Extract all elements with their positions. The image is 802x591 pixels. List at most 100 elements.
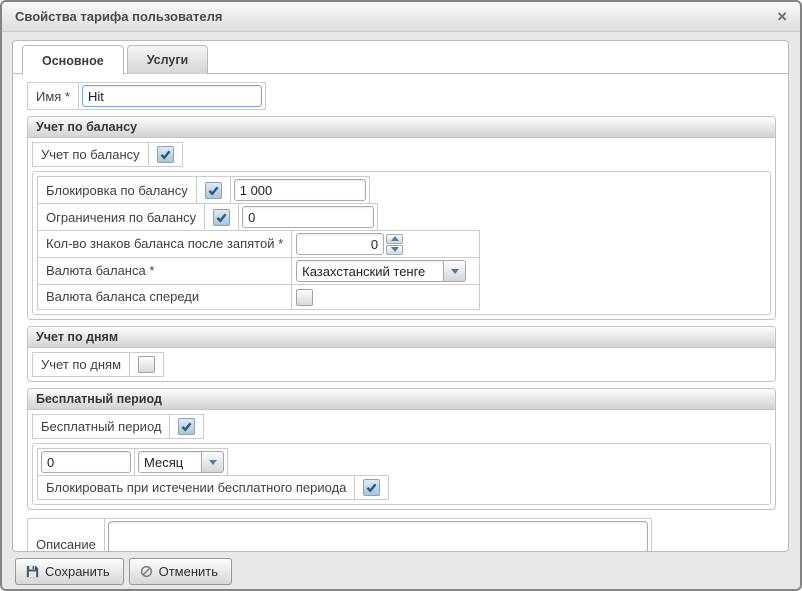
balance-decimals-field-cell xyxy=(292,231,480,258)
daily-enable-label-cell: Учет по дням xyxy=(33,353,129,376)
free-period-block-checkbox[interactable] xyxy=(363,479,380,496)
daily-enable-checkbox[interactable] xyxy=(138,356,155,373)
balance-decimals-label: Кол-во знаков баланса после запятой * xyxy=(46,236,283,251)
free-period-enable-checkbox[interactable] xyxy=(178,418,195,435)
spinner-up-button[interactable] xyxy=(386,234,403,244)
free-period-unit-input[interactable] xyxy=(138,451,202,473)
chevron-down-icon xyxy=(451,269,459,274)
free-period-block-label: Блокировать при истечении бесплатного пе… xyxy=(46,480,346,495)
check-icon xyxy=(180,420,193,433)
tab-main[interactable]: Основное xyxy=(22,45,124,75)
balance-currency-front-row: Валюта баланса спереди xyxy=(38,285,480,310)
name-label-cell: Имя * xyxy=(28,83,78,109)
balance-limit-label-cell: Ограничения по балансу xyxy=(38,204,204,230)
balance-decimals-label-cell: Кол-во знаков баланса после запятой * xyxy=(38,231,292,258)
balance-currency-label-cell: Валюта баланса * xyxy=(38,258,292,285)
balance-block-label-cell: Блокировка по балансу xyxy=(38,177,196,203)
free-period-block-checkbox-cell xyxy=(354,476,388,499)
balance-enable-checkbox-cell xyxy=(148,143,182,166)
tab-panel: Основное Услуги Имя * Учет по балансу xyxy=(12,40,789,552)
balance-block-field-cell xyxy=(230,177,369,203)
check-icon xyxy=(207,184,220,197)
daily-fieldset-title: Учет по дням xyxy=(36,330,118,344)
cancel-button[interactable]: Отменить xyxy=(129,558,232,585)
balance-currency-field-cell xyxy=(292,258,480,285)
balance-block-checkbox-cell xyxy=(196,177,230,203)
balance-settings-panel: Блокировка по балансу xyxy=(32,171,771,315)
balance-block-input[interactable] xyxy=(234,179,366,201)
dialog-titlebar[interactable]: Свойства тарифа пользователя × xyxy=(2,2,800,32)
check-icon xyxy=(215,211,228,224)
tab-services[interactable]: Услуги xyxy=(127,45,209,74)
free-period-unit-trigger[interactable] xyxy=(202,451,224,473)
tab-main-content: Имя * Учет по балансу Учет по балансу xyxy=(13,74,788,552)
free-period-fieldset: Бесплатный период Бесплатный период xyxy=(27,388,776,510)
daily-enable-label: Учет по дням xyxy=(41,357,121,372)
balance-limit-input[interactable] xyxy=(242,206,374,228)
balance-enable-label: Учет по балансу xyxy=(41,147,140,162)
description-textarea[interactable] xyxy=(108,521,648,552)
description-row: Описание xyxy=(27,518,652,552)
description-field-cell xyxy=(104,519,651,552)
description-label: Описание xyxy=(36,537,96,552)
balance-enable-row: Учет по балансу xyxy=(32,142,183,167)
free-period-block-label-cell: Блокировать при истечении бесплатного пе… xyxy=(38,476,354,499)
free-period-enable-checkbox-cell xyxy=(169,415,203,438)
free-period-enable-label-cell: Бесплатный период xyxy=(33,415,169,438)
tab-services-label: Услуги xyxy=(147,53,189,67)
balance-decimals-spinner xyxy=(296,233,475,255)
balance-decimals-row: Кол-во знаков баланса после запятой * xyxy=(38,231,480,258)
save-icon xyxy=(26,565,39,578)
balance-currency-front-checkbox[interactable] xyxy=(296,289,313,306)
free-period-enable-row: Бесплатный период xyxy=(32,414,204,439)
balance-fieldset: Учет по балансу Учет по балансу xyxy=(27,116,776,320)
balance-limit-checkbox-cell xyxy=(204,204,238,230)
balance-fieldset-header: Учет по балансу xyxy=(28,117,775,138)
balance-limit-label: Ограничения по балансу xyxy=(46,210,196,225)
dialog-footer: Сохранить Отменить xyxy=(2,552,800,585)
free-period-fieldset-header: Бесплатный период xyxy=(28,389,775,410)
close-icon[interactable]: × xyxy=(777,8,787,25)
balance-enable-label-cell: Учет по балансу xyxy=(33,143,148,166)
dialog-title: Свойства тарифа пользователя xyxy=(15,9,777,24)
name-input[interactable] xyxy=(82,85,262,107)
user-tariff-properties-dialog: Свойства тарифа пользователя × Основное … xyxy=(0,0,802,591)
daily-fieldset-body: Учет по дням xyxy=(28,348,775,381)
name-field-cell xyxy=(78,83,265,109)
balance-limit-row: Ограничения по балансу xyxy=(37,203,378,231)
balance-enable-checkbox[interactable] xyxy=(157,146,174,163)
balance-limit-checkbox[interactable] xyxy=(213,209,230,226)
cancel-icon xyxy=(140,565,153,578)
balance-block-row: Блокировка по балансу xyxy=(37,176,370,204)
balance-options-table: Кол-во знаков баланса после запятой * xyxy=(37,230,480,310)
free-period-enable-label: Бесплатный период xyxy=(41,419,161,434)
balance-currency-label: Валюта баланса * xyxy=(46,263,154,278)
check-icon xyxy=(365,481,378,494)
tab-strip: Основное Услуги xyxy=(13,41,788,74)
balance-decimals-input[interactable] xyxy=(296,233,384,255)
free-period-duration-input[interactable] xyxy=(41,451,131,473)
balance-fieldset-body: Учет по балансу xyxy=(28,138,775,319)
free-period-duration-cell xyxy=(38,449,134,475)
spinner-down-button[interactable] xyxy=(386,245,403,255)
balance-currency-front-field-cell xyxy=(292,285,480,310)
balance-currency-front-label-cell: Валюта баланса спереди xyxy=(38,285,292,310)
save-button[interactable]: Сохранить xyxy=(15,558,124,585)
description-label-cell: Описание xyxy=(28,519,104,552)
balance-currency-trigger[interactable] xyxy=(444,260,466,282)
tab-main-label: Основное xyxy=(42,54,104,68)
free-period-block-row: Блокировать при истечении бесплатного пе… xyxy=(37,475,389,500)
balance-currency-combo xyxy=(296,260,475,282)
chevron-up-icon xyxy=(391,236,399,241)
balance-block-checkbox[interactable] xyxy=(205,182,222,199)
balance-currency-input[interactable] xyxy=(296,260,444,282)
daily-fieldset: Учет по дням Учет по дням xyxy=(27,326,776,382)
balance-currency-front-label: Валюта баланса спереди xyxy=(46,289,199,304)
free-period-fieldset-body: Бесплатный период xyxy=(28,410,775,509)
balance-limit-field-cell xyxy=(238,204,377,230)
free-period-fieldset-title: Бесплатный период xyxy=(36,392,162,406)
free-period-duration-row xyxy=(37,448,228,476)
check-icon xyxy=(159,148,172,161)
name-label: Имя * xyxy=(36,89,70,104)
chevron-down-icon xyxy=(209,460,217,465)
